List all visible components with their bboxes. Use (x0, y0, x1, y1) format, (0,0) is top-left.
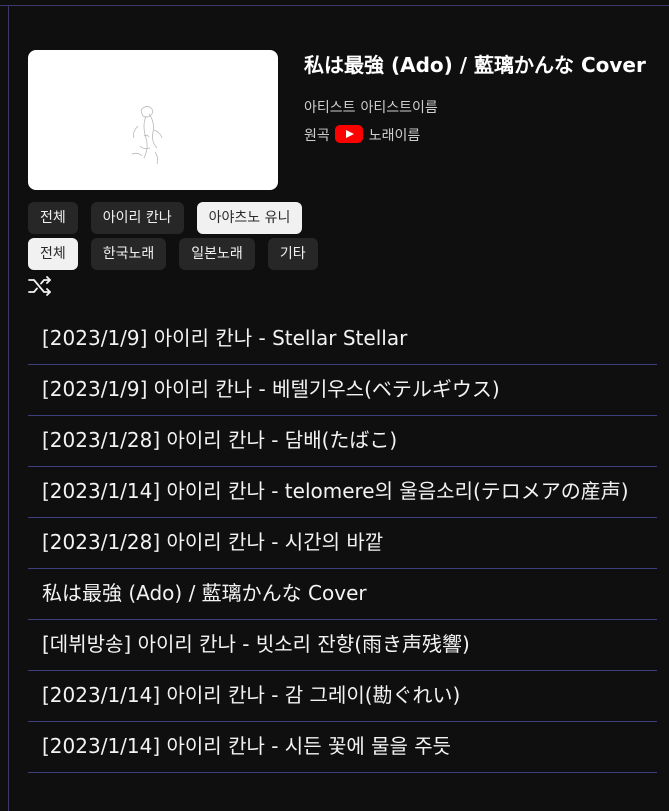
now-playing-title: 私は最強 (Ado) / 藍璃かんな Cover (304, 53, 646, 77)
artist-chip-ayatsuno-yuni[interactable]: 아야츠노 유니 (196, 202, 303, 234)
playlist-item[interactable]: 私は最強 (Ado) / 藍璃かんな Cover (28, 569, 657, 620)
category-filter-chips: 전체 한국노래 일본노래 기타 (28, 238, 318, 270)
category-chip-japanese[interactable]: 일본노래 (179, 238, 255, 270)
now-playing-info: 私は最強 (Ado) / 藍璃かんな Cover 아티스트 아티스트이름 원곡 노래… (304, 50, 654, 150)
playlist-item[interactable]: [2023/1/9] 아이리 칸나 - Stellar Stellar (28, 314, 657, 365)
original-label: 원곡 (304, 128, 330, 144)
playlist-item[interactable]: [2023/1/14] 아이리 칸나 - telomere의 울음소리(テロメア… (28, 467, 657, 518)
artist-chip-all[interactable]: 전체 (28, 202, 78, 234)
cover-sketch-image (131, 106, 163, 165)
category-chip-korean[interactable]: 한국노래 (90, 238, 167, 270)
category-chip-other[interactable]: 기타 (267, 238, 318, 270)
artist-label: 아티스트 (304, 100, 356, 116)
playlist-item[interactable]: [데뷔방송] 아이리 칸나 - 빗소리 잔향(雨き声残響) (28, 620, 657, 671)
category-chip-all[interactable]: 전체 (28, 238, 78, 270)
artist-row: 아티스트 아티스트이름 (304, 94, 654, 122)
playlist-item[interactable]: [2023/1/28] 아이리 칸나 - 담배(たばこ) (28, 416, 657, 467)
cover-thumbnail[interactable] (28, 50, 278, 190)
playlist-item[interactable]: [2023/1/14] 아이리 칸나 - 시든 꽃에 물을 주듯 (28, 722, 657, 773)
playlist: [2023/1/9] 아이리 칸나 - Stellar Stellar [202… (28, 314, 657, 773)
original-song-name[interactable]: 노래이름 (369, 128, 421, 144)
artist-filter-chips: 전체 아이리 칸나 아야츠노 유니 (28, 202, 303, 234)
shuffle-icon[interactable] (28, 276, 52, 296)
now-playing-meta: 아티스트 아티스트이름 원곡 노래이름 (304, 94, 654, 150)
playlist-item[interactable]: [2023/1/14] 아이리 칸나 - 감 그레이(勘ぐれい) (28, 671, 657, 722)
playlist-item[interactable]: [2023/1/9] 아이리 칸나 - 베텔기우스(ベテルギウス) (28, 365, 657, 416)
playlist-item[interactable]: [2023/1/28] 아이리 칸나 - 시간의 바깥 (28, 518, 657, 569)
original-song-row: 원곡 노래이름 (304, 122, 654, 150)
now-playing: 私は最強 (Ado) / 藍璃かんな Cover 아티스트 아티스트이름 원곡 노래… (28, 50, 658, 190)
artist-name[interactable]: 아티스트이름 (361, 100, 438, 116)
artist-chip-airi-kanna[interactable]: 아이리 칸나 (90, 202, 184, 234)
youtube-icon[interactable] (334, 124, 363, 144)
